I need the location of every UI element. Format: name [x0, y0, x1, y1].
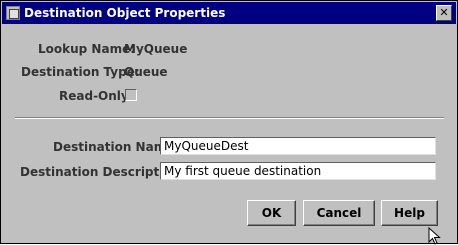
read-only-checkbox[interactable] — [125, 89, 137, 101]
lookup-name-value: MyQueue — [124, 42, 188, 56]
dialog-window: Destination Object Properties ✕ Lookup N… — [0, 0, 458, 244]
lookup-name-label: Lookup Name: — [38, 42, 136, 56]
close-icon[interactable]: ✕ — [436, 5, 452, 21]
destination-name-field[interactable]: MyQueueDest — [160, 137, 436, 155]
help-button[interactable]: Help — [381, 200, 438, 226]
destination-type-label: Destination Type: — [21, 65, 140, 79]
destination-description-field[interactable]: My first queue destination — [160, 162, 436, 180]
window-icon — [6, 6, 20, 20]
cancel-button[interactable]: Cancel — [303, 200, 375, 226]
title-bar[interactable]: Destination Object Properties ✕ — [2, 2, 456, 24]
mouse-pointer-icon — [428, 227, 441, 245]
read-only-label: Read-Only: — [59, 89, 134, 103]
ok-button[interactable]: OK — [247, 200, 296, 226]
separator — [15, 117, 444, 119]
destination-type-value: Queue — [124, 65, 168, 79]
window-title: Destination Object Properties — [24, 6, 226, 20]
